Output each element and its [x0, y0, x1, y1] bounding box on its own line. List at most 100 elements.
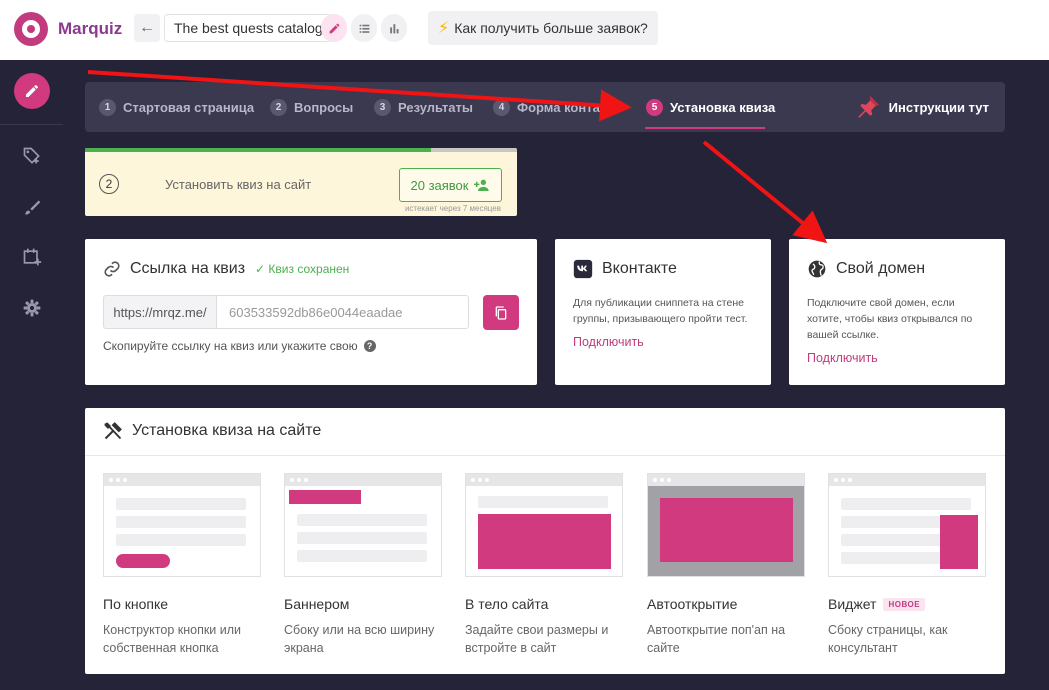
install-title-text: Установка квиза на сайте	[132, 422, 322, 439]
list-icon	[359, 24, 369, 33]
back-arrow-icon: ←	[139, 19, 155, 36]
tab-number: 4	[493, 98, 510, 116]
vk-logo-icon	[573, 259, 593, 279]
autoopen-preview-image	[647, 473, 805, 577]
add-person-icon	[474, 179, 490, 191]
option-description: Конструктор кнопки или собственная кнопк…	[103, 623, 242, 655]
link-hint: Скопируйте ссылку на квиз или укажите св…	[103, 339, 376, 353]
install-title: Установка квиза на сайте	[103, 421, 321, 441]
option-description: Сбоку или на всю ширину экрана	[284, 623, 435, 655]
vk-description: Для публикации сниппета на стене группы,…	[573, 297, 748, 325]
vk-title-text: Вконтакте	[602, 260, 677, 277]
option-title: Виджет НОВОЕ	[828, 596, 986, 612]
logo-text: Marquiz	[58, 19, 123, 38]
main-content: 1 Стартовая страница 2 Вопросы 3 Результ…	[63, 60, 1049, 690]
install-option-embed[interactable]: В тело сайта Задайте свои размеры и встр…	[465, 473, 623, 657]
instructions-link[interactable]: Инструкции тут	[855, 82, 989, 132]
get-more-leads-button[interactable]: ⚡ Как получить больше заявок?	[428, 11, 658, 45]
quiz-slug-input[interactable]	[216, 295, 469, 329]
option-description: Автооткрытие поп'ап на сайте	[647, 623, 786, 655]
progress-task-text: Установить квиз на сайт	[165, 177, 312, 192]
url-prefix: https://mrqz.me/	[103, 295, 216, 329]
sidebar-item-settings[interactable]	[20, 296, 44, 320]
copy-link-button[interactable]	[483, 295, 519, 330]
copy-icon	[495, 305, 507, 320]
bar-chart-icon	[389, 23, 399, 33]
quiz-link-title-text: Ссылка на квиз	[130, 260, 246, 277]
leads-reward-label: 20 заявок	[410, 177, 469, 193]
step-number: 2	[99, 174, 119, 194]
quiz-link-card: Ссылка на квиз ✓ Квиз сохранен https://m…	[85, 239, 537, 385]
custom-domain-connect-link[interactable]: Подключить	[807, 351, 878, 365]
tab-start-page[interactable]: 1 Стартовая страница	[99, 82, 254, 132]
sidebar-item-design[interactable]	[20, 196, 44, 220]
tab-number: 2	[270, 98, 287, 116]
option-description: Задайте свои размеры и встройте в сайт	[465, 623, 609, 655]
button-preview-image	[103, 473, 261, 577]
instructions-label: Инструкции тут	[888, 99, 989, 115]
back-button[interactable]: ←	[134, 14, 160, 42]
tab-contact-form[interactable]: 4 Форма контакто	[493, 82, 620, 132]
calendar-plus-icon	[23, 248, 42, 266]
tab-label: Стартовая страница	[123, 99, 255, 115]
install-option-autoopen[interactable]: Автооткрытие Автооткрытие поп'ап на сайт…	[647, 473, 805, 657]
quiz-link-title: Ссылка на квиз ✓ Квиз сохранен	[103, 260, 349, 278]
custom-domain-title: Свой домен	[807, 259, 925, 279]
brush-icon	[25, 200, 41, 215]
install-option-banner[interactable]: Баннером Сбоку или на всю ширину экрана	[284, 473, 442, 657]
expire-note: истекает через 7 месяцев	[404, 204, 501, 213]
tab-label: Вопросы	[294, 99, 354, 115]
tab-install-quiz[interactable]: 5 Установка квиза	[646, 82, 775, 132]
saved-status: ✓ Квиз сохранен	[255, 262, 350, 276]
link-icon	[104, 261, 120, 277]
tab-number: 3	[374, 98, 391, 116]
custom-domain-card: Свой домен Подключите свой домен, если х…	[789, 239, 1005, 385]
globe-icon	[808, 260, 826, 278]
analytics-button[interactable]	[381, 14, 407, 42]
sidebar-item-schedule[interactable]	[20, 245, 44, 269]
progress-fill	[85, 148, 431, 152]
gear-icon	[23, 299, 41, 317]
vk-connect-link[interactable]: Подключить	[573, 335, 644, 349]
edit-mode-button[interactable]	[321, 14, 347, 42]
tab-questions[interactable]: 2 Вопросы	[270, 82, 353, 132]
tab-results[interactable]: 3 Результаты	[374, 82, 473, 132]
sidebar-item-integrations[interactable]	[20, 144, 44, 168]
install-option-button[interactable]: По кнопке Конструктор кнопки или собстве…	[103, 473, 261, 657]
install-header: Установка квиза на сайте	[85, 408, 1005, 456]
sidebar	[0, 60, 63, 690]
help-question-icon[interactable]: ?	[363, 340, 376, 352]
quiz-name-field[interactable]: The best quests catalog	[164, 14, 333, 42]
option-title: Автооткрытие	[647, 596, 738, 612]
pencil-icon	[26, 84, 38, 97]
step-tabs: 1 Стартовая страница 2 Вопросы 3 Результ…	[85, 82, 1005, 132]
onboarding-progress-card: 2 Установить квиз на сайт 20 заявок исте…	[85, 148, 517, 216]
pencil-icon	[329, 23, 339, 33]
embed-preview-image	[465, 473, 623, 577]
tab-label: Установка квиза	[670, 99, 776, 115]
custom-domain-description: Подключите свой домен, если хотите, чтоб…	[807, 297, 973, 341]
option-title: По кнопке	[103, 596, 169, 612]
vk-card: Вконтакте Для публикации сниппета на сте…	[555, 239, 771, 385]
logo[interactable]: Marquiz	[14, 12, 122, 46]
option-title: Баннером	[284, 596, 350, 612]
lightning-icon: ⚡	[438, 20, 450, 37]
marquiz-logo-icon	[14, 12, 48, 46]
option-description: Сбоку страницы, как консультант	[828, 623, 948, 655]
get-more-leads-label: Как получить больше заявок?	[454, 20, 648, 36]
sidebar-item-editor[interactable]	[14, 73, 50, 109]
top-bar: Marquiz ← The best quests catalog ⚡ Как …	[0, 0, 1049, 60]
tab-number: 1	[99, 98, 116, 116]
tab-label: Результаты	[398, 99, 473, 115]
leads-list-button[interactable]	[351, 14, 377, 42]
install-option-widget[interactable]: Виджет НОВОЕ Сбоку страницы, как консуль…	[828, 473, 986, 657]
link-hint-text: Скопируйте ссылку на квиз или укажите св…	[103, 339, 358, 353]
sidebar-divider	[0, 124, 63, 125]
vk-title: Вконтакте	[573, 259, 677, 279]
banner-preview-image	[284, 473, 442, 577]
option-title: В тело сайта	[465, 596, 549, 612]
tab-label: Форма контакто	[517, 99, 621, 115]
install-on-site-card: Установка квиза на сайте По кнопке Конст…	[85, 408, 1005, 674]
active-tab-indicator	[645, 127, 765, 129]
leads-reward-button[interactable]: 20 заявок	[399, 168, 502, 202]
